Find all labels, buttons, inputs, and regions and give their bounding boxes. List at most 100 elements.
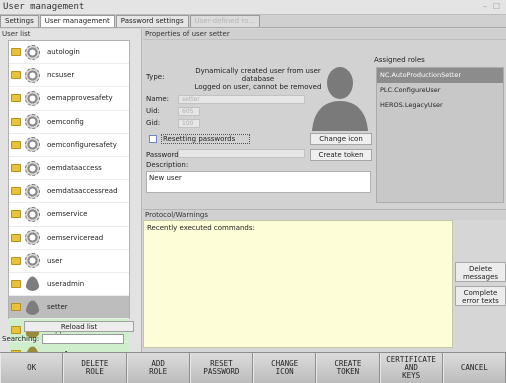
- user-list-item[interactable]: oemdataaccess: [9, 157, 129, 181]
- user-name: oemdataaccessread: [47, 187, 118, 196]
- user-name: oemservice: [47, 210, 88, 219]
- gear-user-icon: [25, 44, 40, 60]
- button-label-line: Complete: [463, 289, 498, 297]
- user-name: ncsuser: [47, 71, 75, 80]
- role-item-selected[interactable]: NC.AutoProductionSetter: [377, 68, 503, 83]
- maximize-icon[interactable]: ☐: [493, 2, 500, 11]
- name-label: Name:: [146, 95, 170, 103]
- user-name: user: [47, 256, 63, 265]
- uid-field: 605: [178, 107, 200, 116]
- gear-user-icon: [25, 230, 40, 246]
- user-list-item[interactable]: autologin: [9, 41, 129, 65]
- user-list-item[interactable]: oemdataaccessread: [9, 180, 129, 204]
- protocol-log: Recently executed commands:: [143, 220, 453, 348]
- button-label-line: Delete: [469, 265, 492, 273]
- user-list-panel: User list autologin ncsuser oemapprovesa…: [0, 29, 142, 366]
- user-list[interactable]: autologin ncsuser oemapprovesafety oemco…: [8, 40, 130, 366]
- user-list-item-selected[interactable]: setter: [9, 296, 129, 320]
- gear-user-icon: [25, 160, 40, 176]
- search-label: Searching:: [2, 335, 40, 343]
- folder-icon: [11, 279, 21, 288]
- window-title: User management: [3, 2, 85, 12]
- type-label: Type:: [146, 73, 165, 81]
- user-list-item[interactable]: ncsuser: [9, 64, 129, 88]
- user-list-item[interactable]: oemserviceread: [9, 227, 129, 250]
- person-icon: [25, 299, 40, 315]
- change-icon-button[interactable]: Change icon: [310, 133, 372, 145]
- gid-label: Gid:: [146, 119, 161, 127]
- reset-passwords-label[interactable]: Resetting passwords: [161, 134, 250, 144]
- tab-settings[interactable]: Settings: [0, 15, 39, 27]
- description-field[interactable]: New user: [146, 171, 371, 193]
- protocol-header: Protocol/Warnings: [143, 209, 506, 220]
- button-label-line: error texts: [462, 297, 499, 305]
- complete-error-texts-button[interactable]: Complete error texts: [455, 286, 506, 306]
- user-name: oemdataaccess: [47, 164, 102, 173]
- folder-icon: [11, 303, 21, 312]
- tab-user-management[interactable]: User management: [39, 15, 115, 27]
- add-role-softkey[interactable]: ADD ROLE: [126, 353, 190, 383]
- create-token-softkey[interactable]: CREATE TOKEN: [316, 353, 380, 383]
- reset-password-softkey[interactable]: RESET PASSWORD: [189, 353, 253, 383]
- password-field[interactable]: [178, 149, 305, 158]
- reset-passwords-checkbox[interactable]: [149, 135, 157, 143]
- folder-icon: [11, 164, 21, 173]
- tab-password-settings[interactable]: Password settings: [115, 15, 189, 27]
- button-label-line: messages: [462, 273, 499, 281]
- user-name: setter: [47, 303, 68, 312]
- gear-user-icon: [25, 90, 40, 106]
- password-label: Password:: [146, 151, 182, 159]
- folder-icon: [11, 71, 21, 80]
- folder-icon: [11, 94, 21, 103]
- gear-user-icon: [25, 67, 40, 83]
- search-input[interactable]: [42, 334, 125, 344]
- user-name: oemconfig: [47, 117, 84, 126]
- role-item[interactable]: HEROS.LegacyUser: [377, 98, 503, 113]
- name-field: setter: [178, 95, 305, 104]
- user-list-item[interactable]: oemapprovesafety: [9, 87, 129, 111]
- person-icon: [25, 276, 40, 292]
- tab-bar: Settings User management Password settin…: [0, 15, 506, 28]
- user-list-item[interactable]: oemconfiguresafety: [9, 134, 129, 157]
- user-avatar-icon: [312, 67, 368, 131]
- change-icon-softkey[interactable]: CHANGE ICON: [253, 353, 317, 383]
- title-bar: User management – ☐: [0, 0, 506, 15]
- folder-icon: [11, 117, 21, 126]
- folder-icon: [11, 210, 21, 219]
- folder-icon: [11, 256, 21, 265]
- gear-user-icon: [25, 137, 40, 153]
- gear-user-icon: [25, 114, 40, 130]
- reload-list-button[interactable]: Reload list: [24, 321, 134, 332]
- user-name: oemserviceread: [47, 233, 104, 242]
- tab-user-defined-roles: User-defined ro...: [189, 15, 260, 27]
- uid-label: Uid:: [146, 107, 160, 115]
- user-name: oemapprovesafety: [47, 94, 113, 103]
- delete-role-softkey[interactable]: DELETE ROLE: [63, 353, 127, 383]
- user-list-item[interactable]: useradmin: [9, 273, 129, 297]
- folder-icon: [11, 233, 21, 242]
- cancel-softkey[interactable]: CANCEL: [442, 353, 506, 383]
- minimize-icon[interactable]: –: [483, 2, 487, 11]
- delete-messages-button[interactable]: Delete messages: [455, 262, 506, 282]
- user-name: oemconfiguresafety: [47, 140, 117, 149]
- gear-user-icon: [25, 183, 40, 199]
- window-controls: – ☐: [483, 2, 500, 11]
- folder-icon: [11, 187, 21, 196]
- description-label: Description:: [146, 161, 189, 169]
- user-name: useradmin: [47, 279, 85, 288]
- user-list-item[interactable]: user: [9, 250, 129, 273]
- assigned-roles-list[interactable]: NC.AutoProductionSetter PLC.ConfigureUse…: [376, 67, 504, 203]
- user-name: autologin: [47, 48, 80, 57]
- role-item[interactable]: PLC.ConfigureUser: [377, 83, 503, 98]
- create-token-button[interactable]: Create token: [310, 149, 372, 161]
- user-list-item[interactable]: oemservice: [9, 203, 129, 227]
- ok-softkey[interactable]: OK: [0, 353, 64, 383]
- user-list-item[interactable]: oemconfig: [9, 111, 129, 134]
- folder-icon: [11, 140, 21, 149]
- properties-header: Properties of user setter: [143, 29, 506, 40]
- search-row: Searching:: [2, 334, 125, 344]
- certificate-and-keys-softkey[interactable]: CERTIFICATE AND KEYS: [379, 353, 443, 383]
- assigned-roles-label: Assigned roles: [374, 56, 425, 64]
- gear-user-icon: [25, 206, 40, 222]
- user-list-header: User list: [2, 30, 31, 38]
